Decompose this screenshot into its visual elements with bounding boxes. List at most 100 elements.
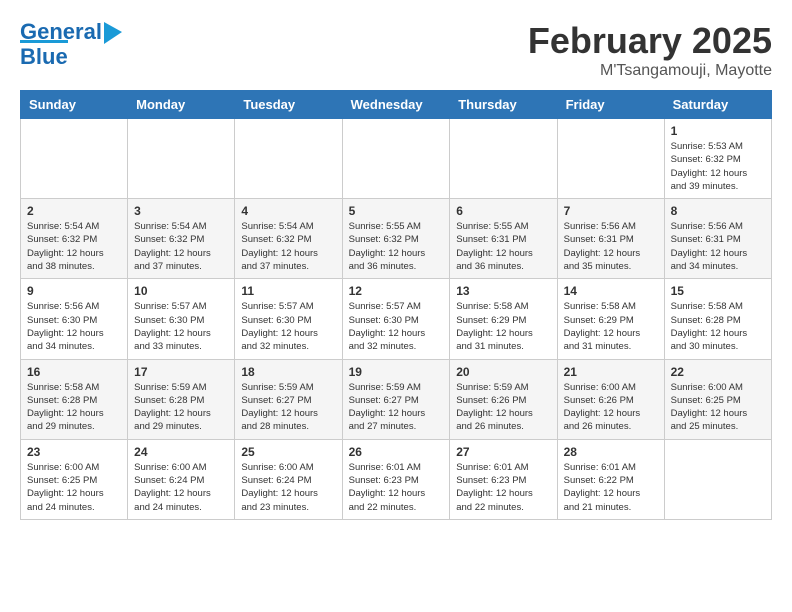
day-number: 15 xyxy=(671,284,765,298)
day-number: 12 xyxy=(349,284,444,298)
calendar-cell: 26 Sunrise: 6:01 AM Sunset: 6:23 PM Dayli… xyxy=(342,439,450,519)
calendar-cell xyxy=(664,439,771,519)
day-info: Sunrise: 6:01 AM Sunset: 6:23 PM Dayligh… xyxy=(349,461,444,514)
day-info: Sunrise: 6:00 AM Sunset: 6:25 PM Dayligh… xyxy=(671,381,765,434)
day-number: 26 xyxy=(349,445,444,459)
logo: General Blue xyxy=(20,20,122,69)
calendar-header-saturday: Saturday xyxy=(664,91,771,119)
calendar-cell: 10Sunrise: 5:57 AM Sunset: 6:30 PM Dayli… xyxy=(128,279,235,359)
day-info: Sunrise: 5:59 AM Sunset: 6:27 PM Dayligh… xyxy=(241,381,335,434)
calendar-cell xyxy=(342,119,450,199)
calendar-cell: 11 Sunrise: 5:57 AM Sunset: 6:30 PM Dayli… xyxy=(235,279,342,359)
calendar-cell: 13 Sunrise: 5:58 AM Sunset: 6:29 PM Dayli… xyxy=(450,279,557,359)
day-number: 8 xyxy=(671,204,765,218)
day-number: 28 xyxy=(564,445,658,459)
calendar-cell: 15 Sunrise: 5:58 AM Sunset: 6:28 PM Dayli… xyxy=(664,279,771,359)
day-number: 25 xyxy=(241,445,335,459)
calendar-cell: 22 Sunrise: 6:00 AM Sunset: 6:25 PM Dayli… xyxy=(664,359,771,439)
day-number: 2 xyxy=(27,204,121,218)
day-info: Sunrise: 5:55 AM Sunset: 6:32 PM Dayligh… xyxy=(349,220,444,273)
day-info: Sunrise: 6:01 AM Sunset: 6:23 PM Dayligh… xyxy=(456,461,550,514)
calendar-cell: 7 Sunrise: 5:56 AM Sunset: 6:31 PM Daylig… xyxy=(557,199,664,279)
day-info: Sunrise: 5:56 AM Sunset: 6:30 PM Dayligh… xyxy=(27,300,121,353)
day-info: Sunrise: 6:00 AM Sunset: 6:24 PM Dayligh… xyxy=(241,461,335,514)
calendar-cell xyxy=(557,119,664,199)
calendar-cell: 21 Sunrise: 6:00 AM Sunset: 6:26 PM Dayli… xyxy=(557,359,664,439)
calendar-week-row: 23 Sunrise: 6:00 AM Sunset: 6:25 PM Dayli… xyxy=(21,439,772,519)
day-number: 4 xyxy=(241,204,335,218)
calendar-cell: 16 Sunrise: 5:58 AM Sunset: 6:28 PM Dayli… xyxy=(21,359,128,439)
calendar-cell: 18 Sunrise: 5:59 AM Sunset: 6:27 PM Dayli… xyxy=(235,359,342,439)
title-area: February 2025 M'Tsangamouji, Mayotte xyxy=(528,20,772,80)
calendar-cell xyxy=(450,119,557,199)
day-info: Sunrise: 5:54 AM Sunset: 6:32 PM Dayligh… xyxy=(27,220,121,273)
day-info: Sunrise: 5:57 AM Sunset: 6:30 PM Dayligh… xyxy=(349,300,444,353)
calendar-cell: 20Sunrise: 5:59 AM Sunset: 6:26 PM Dayli… xyxy=(450,359,557,439)
day-number: 9 xyxy=(27,284,121,298)
calendar-cell: 17Sunrise: 5:59 AM Sunset: 6:28 PM Dayli… xyxy=(128,359,235,439)
calendar-cell: 14Sunrise: 5:58 AM Sunset: 6:29 PM Dayli… xyxy=(557,279,664,359)
day-info: Sunrise: 6:00 AM Sunset: 6:26 PM Dayligh… xyxy=(564,381,658,434)
calendar-cell xyxy=(235,119,342,199)
day-number: 21 xyxy=(564,365,658,379)
day-number: 23 xyxy=(27,445,121,459)
day-number: 24 xyxy=(134,445,228,459)
day-number: 19 xyxy=(349,365,444,379)
calendar-cell: 5 Sunrise: 5:55 AM Sunset: 6:32 PM Daylig… xyxy=(342,199,450,279)
calendar-cell: 6Sunrise: 5:55 AM Sunset: 6:31 PM Daylig… xyxy=(450,199,557,279)
day-info: Sunrise: 5:53 AM Sunset: 6:32 PM Dayligh… xyxy=(671,140,765,193)
calendar-cell xyxy=(128,119,235,199)
day-number: 11 xyxy=(241,284,335,298)
day-number: 14 xyxy=(564,284,658,298)
location-title: M'Tsangamouji, Mayotte xyxy=(528,62,772,80)
logo-arrow-icon xyxy=(104,22,122,44)
calendar-cell: 9 Sunrise: 5:56 AM Sunset: 6:30 PM Daylig… xyxy=(21,279,128,359)
day-info: Sunrise: 5:58 AM Sunset: 6:28 PM Dayligh… xyxy=(27,381,121,434)
day-number: 16 xyxy=(27,365,121,379)
calendar-cell: 24 Sunrise: 6:00 AM Sunset: 6:24 PM Dayli… xyxy=(128,439,235,519)
day-info: Sunrise: 5:56 AM Sunset: 6:31 PM Dayligh… xyxy=(671,220,765,273)
day-info: Sunrise: 5:58 AM Sunset: 6:28 PM Dayligh… xyxy=(671,300,765,353)
calendar-header-thursday: Thursday xyxy=(450,91,557,119)
calendar-header-wednesday: Wednesday xyxy=(342,91,450,119)
day-info: Sunrise: 6:01 AM Sunset: 6:22 PM Dayligh… xyxy=(564,461,658,514)
calendar-week-row: 1 Sunrise: 5:53 AM Sunset: 6:32 PM Daylig… xyxy=(21,119,772,199)
day-number: 3 xyxy=(134,204,228,218)
day-info: Sunrise: 5:59 AM Sunset: 6:27 PM Dayligh… xyxy=(349,381,444,434)
day-info: Sunrise: 6:00 AM Sunset: 6:24 PM Dayligh… xyxy=(134,461,228,514)
day-number: 27 xyxy=(456,445,550,459)
day-number: 5 xyxy=(349,204,444,218)
calendar-cell: 23 Sunrise: 6:00 AM Sunset: 6:25 PM Dayli… xyxy=(21,439,128,519)
calendar-cell xyxy=(21,119,128,199)
calendar-header-monday: Monday xyxy=(128,91,235,119)
calendar-cell: 2 Sunrise: 5:54 AM Sunset: 6:32 PM Daylig… xyxy=(21,199,128,279)
day-number: 13 xyxy=(456,284,550,298)
calendar-header-tuesday: Tuesday xyxy=(235,91,342,119)
calendar-week-row: 9 Sunrise: 5:56 AM Sunset: 6:30 PM Daylig… xyxy=(21,279,772,359)
day-number: 7 xyxy=(564,204,658,218)
calendar: SundayMondayTuesdayWednesdayThursdayFrid… xyxy=(20,90,772,520)
day-info: Sunrise: 5:55 AM Sunset: 6:31 PM Dayligh… xyxy=(456,220,550,273)
calendar-cell: 1 Sunrise: 5:53 AM Sunset: 6:32 PM Daylig… xyxy=(664,119,771,199)
header: General Blue February 2025 M'Tsangamouji… xyxy=(20,20,772,80)
day-number: 10 xyxy=(134,284,228,298)
day-info: Sunrise: 5:54 AM Sunset: 6:32 PM Dayligh… xyxy=(134,220,228,273)
calendar-cell: 3 Sunrise: 5:54 AM Sunset: 6:32 PM Daylig… xyxy=(128,199,235,279)
day-info: Sunrise: 5:58 AM Sunset: 6:29 PM Dayligh… xyxy=(456,300,550,353)
day-info: Sunrise: 5:57 AM Sunset: 6:30 PM Dayligh… xyxy=(241,300,335,353)
day-number: 1 xyxy=(671,124,765,138)
calendar-cell: 19 Sunrise: 5:59 AM Sunset: 6:27 PM Dayli… xyxy=(342,359,450,439)
calendar-cell: 27 Sunrise: 6:01 AM Sunset: 6:23 PM Dayli… xyxy=(450,439,557,519)
calendar-cell: 12 Sunrise: 5:57 AM Sunset: 6:30 PM Dayli… xyxy=(342,279,450,359)
day-info: Sunrise: 5:59 AM Sunset: 6:26 PM Dayligh… xyxy=(456,381,550,434)
day-number: 17 xyxy=(134,365,228,379)
calendar-week-row: 16 Sunrise: 5:58 AM Sunset: 6:28 PM Dayli… xyxy=(21,359,772,439)
day-number: 22 xyxy=(671,365,765,379)
day-info: Sunrise: 5:56 AM Sunset: 6:31 PM Dayligh… xyxy=(564,220,658,273)
calendar-cell: 8 Sunrise: 5:56 AM Sunset: 6:31 PM Daylig… xyxy=(664,199,771,279)
day-number: 18 xyxy=(241,365,335,379)
day-info: Sunrise: 5:54 AM Sunset: 6:32 PM Dayligh… xyxy=(241,220,335,273)
day-info: Sunrise: 6:00 AM Sunset: 6:25 PM Dayligh… xyxy=(27,461,121,514)
month-title: February 2025 xyxy=(528,20,772,62)
calendar-header-sunday: Sunday xyxy=(21,91,128,119)
